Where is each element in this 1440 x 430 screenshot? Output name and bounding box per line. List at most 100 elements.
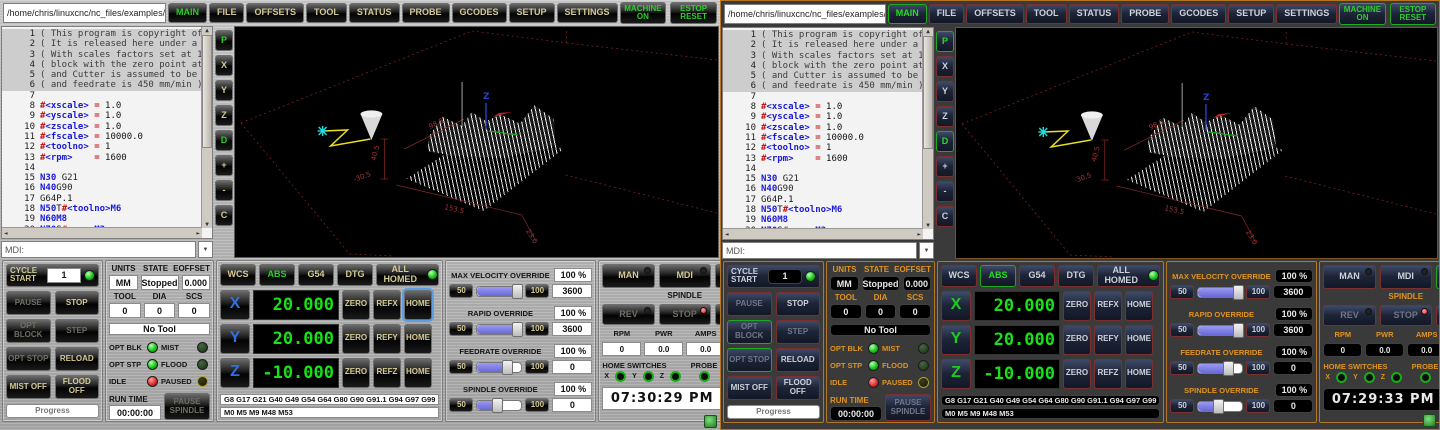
wcs-button[interactable]: WCS <box>220 264 256 286</box>
machine-on-button[interactable]: MACHINE ON <box>1339 3 1385 25</box>
spindle-fwd-button[interactable]: FWD <box>1436 305 1440 326</box>
spindle-override-min-button[interactable]: 50 <box>1170 399 1194 413</box>
max-velocity-override-slider-thumb[interactable] <box>1233 285 1244 300</box>
tray-icon[interactable] <box>704 415 717 428</box>
feedrate-override-min-button[interactable]: 50 <box>449 360 473 374</box>
home-y-button[interactable]: HOME <box>1125 325 1153 355</box>
max-velocity-override-min-button[interactable]: 50 <box>449 284 473 298</box>
rapid-override-min-button[interactable]: 50 <box>449 322 473 336</box>
feedrate-override-slider[interactable] <box>476 362 522 373</box>
menu-button-probe[interactable]: PROBE <box>402 3 450 23</box>
axis-y-button[interactable]: Y <box>941 325 971 355</box>
spindle-stop-button[interactable]: STOP <box>1380 305 1432 326</box>
scroll-right-icon[interactable]: ► <box>196 230 200 237</box>
mdi-input[interactable]: MDI: <box>722 242 917 259</box>
max-velocity-override-slider[interactable] <box>476 286 522 297</box>
axis-x-button[interactable]: X <box>941 291 971 321</box>
view-button-zoom-out[interactable]: - <box>215 180 233 201</box>
home-z-button[interactable]: HOME <box>1125 359 1153 389</box>
menu-button-setup[interactable]: SETUP <box>509 3 555 23</box>
home-y-button[interactable]: HOME <box>404 324 432 354</box>
rapid-override-min-button[interactable]: 50 <box>1170 323 1194 337</box>
reload-button[interactable]: RELOAD <box>55 347 100 371</box>
view-button-y[interactable]: Y <box>215 80 233 101</box>
menu-button-gcodes[interactable]: GCODES <box>1171 4 1226 24</box>
vertical-scrollbar[interactable]: ▲ ▼ <box>201 27 212 228</box>
spindle-stop-button[interactable]: STOP <box>659 304 711 325</box>
opt-stop-button[interactable]: OPT STOP <box>727 348 772 372</box>
step-button[interactable]: STEP <box>776 320 821 344</box>
gcode-editor[interactable]: 1( This program is copyright of Ra2( It … <box>1 26 213 239</box>
spindle-override-slider[interactable] <box>1197 401 1243 412</box>
scroll-down-icon[interactable]: ▼ <box>205 221 209 228</box>
cycle-start-button[interactable]: CYCLE START 1 <box>727 265 820 288</box>
menu-button-tool[interactable]: TOOL <box>1026 4 1067 24</box>
menu-button-gcodes[interactable]: GCODES <box>452 3 507 23</box>
mdi-mode-button[interactable]: MDI <box>659 264 711 288</box>
home-x-button[interactable]: HOME <box>404 290 432 320</box>
zero-z-button[interactable]: ZERO <box>342 358 370 388</box>
auto-mode-button[interactable]: AUTO <box>1436 265 1440 289</box>
axis-z-button[interactable]: Z <box>220 358 250 388</box>
gremlin-3d-preview[interactable]: 98.5 40.5 -30.5 153.5 23.0 Z <box>234 26 719 258</box>
feedrate-override-slider[interactable] <box>1197 363 1243 374</box>
menu-button-status[interactable]: STATUS <box>1069 4 1120 24</box>
pause-button[interactable]: PAUSE <box>727 292 772 316</box>
spindle-override-max-button[interactable]: 100 <box>1246 399 1270 413</box>
mdi-history-button[interactable]: ▼ <box>198 241 213 258</box>
spindle-override-slider-thumb[interactable] <box>492 398 503 413</box>
view-button-d[interactable]: D <box>936 131 954 152</box>
gremlin-3d-preview[interactable]: 98.5 40.5 -30.5 153.5 23.0 Z <box>955 27 1438 259</box>
flood-off-button[interactable]: FLOOD OFF <box>55 375 100 399</box>
mist-off-button[interactable]: MIST OFF <box>6 375 51 399</box>
file-path-combo[interactable]: /home/chris/linuxcnc/nc_files/examples/3… <box>724 4 886 24</box>
rapid-override-slider-thumb[interactable] <box>1233 323 1244 338</box>
spindle-override-min-button[interactable]: 50 <box>449 398 473 412</box>
feedrate-override-slider-thumb[interactable] <box>1223 361 1234 376</box>
flood-off-button[interactable]: FLOOD OFF <box>776 376 821 400</box>
scroll-up-icon[interactable]: ▲ <box>926 28 930 35</box>
rapid-override-max-button[interactable]: 100 <box>1246 323 1270 337</box>
view-button-zoom-out[interactable]: - <box>936 181 954 202</box>
view-button-z[interactable]: Z <box>936 106 954 127</box>
g54-button[interactable]: G54 <box>298 264 334 286</box>
ref-x-button[interactable]: REFX <box>373 290 401 320</box>
horizontal-scrollbar[interactable]: ◄ ► <box>723 228 923 239</box>
ref-z-button[interactable]: REFZ <box>373 358 401 388</box>
feedrate-override-min-button[interactable]: 50 <box>1170 361 1194 375</box>
cycle-counter[interactable]: 1 <box>47 268 81 283</box>
man-mode-button[interactable]: MAN <box>602 264 654 288</box>
pause-button[interactable]: PAUSE <box>6 291 51 315</box>
ref-z-button[interactable]: REFZ <box>1094 359 1122 389</box>
spindle-rev-button[interactable]: REV <box>602 304 654 325</box>
g54-button[interactable]: G54 <box>1019 265 1055 287</box>
rapid-override-max-button[interactable]: 100 <box>525 322 549 336</box>
opt-block-button[interactable]: OPT BLOCK <box>6 319 51 343</box>
max-velocity-override-slider-thumb[interactable] <box>512 284 523 299</box>
view-button-x[interactable]: X <box>936 56 954 77</box>
stop-button[interactable]: STOP <box>55 291 100 315</box>
view-button-y[interactable]: Y <box>936 81 954 102</box>
zero-y-button[interactable]: ZERO <box>1063 325 1091 355</box>
menu-button-probe[interactable]: PROBE <box>1121 4 1169 24</box>
menu-button-file[interactable]: FILE <box>929 4 965 24</box>
view-button-p[interactable]: P <box>936 31 954 52</box>
view-button-x[interactable]: X <box>215 55 233 76</box>
scrollbar-thumb[interactable] <box>923 36 933 149</box>
view-button-c[interactable]: C <box>215 205 233 226</box>
menu-button-settings[interactable]: SETTINGS <box>1276 4 1337 24</box>
feedrate-override-max-button[interactable]: 100 <box>525 360 549 374</box>
pause-spindle-button[interactable]: PAUSE SPINDLE <box>885 394 931 421</box>
step-button[interactable]: STEP <box>55 319 100 343</box>
menu-button-tool[interactable]: TOOL <box>306 3 347 23</box>
man-mode-button[interactable]: MAN <box>1323 265 1375 289</box>
max-velocity-override-max-button[interactable]: 100 <box>1246 285 1270 299</box>
reload-button[interactable]: RELOAD <box>776 348 821 372</box>
scrollbar-thumb[interactable] <box>202 35 212 148</box>
rapid-override-slider[interactable] <box>1197 325 1243 336</box>
opt-block-button[interactable]: OPT BLOCK <box>727 320 772 344</box>
scroll-up-icon[interactable]: ▲ <box>205 27 209 34</box>
menu-button-offsets[interactable]: OFFSETS <box>246 3 304 23</box>
feedrate-override-max-button[interactable]: 100 <box>1246 361 1270 375</box>
menu-button-settings[interactable]: SETTINGS <box>557 3 618 23</box>
